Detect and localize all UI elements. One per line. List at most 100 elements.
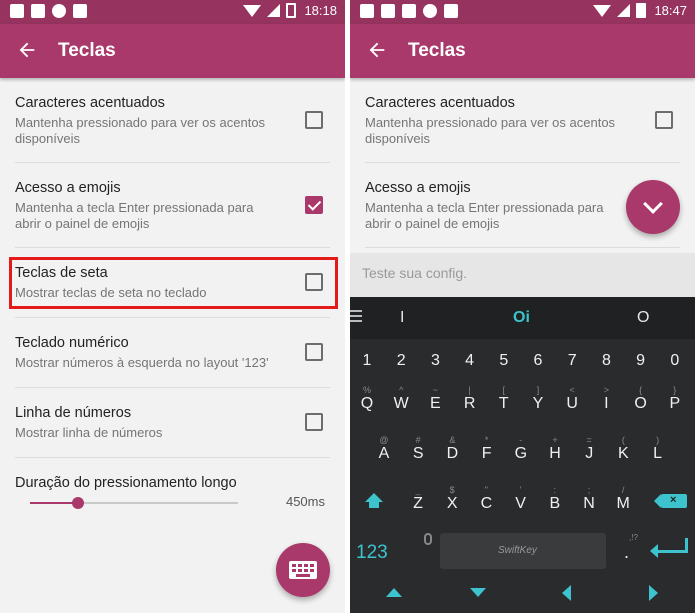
delete-key-icon[interactable]: ×: [654, 494, 687, 508]
key-a[interactable]: @ A: [369, 435, 399, 463]
key-z[interactable]: _ Z: [403, 485, 433, 513]
instagram-notification-icon: [402, 4, 416, 18]
setting-title: Acesso a emojis: [15, 180, 121, 196]
setting-numeric-keypad[interactable]: Teclado numérico Mostrar números à esque…: [15, 318, 330, 388]
key-alt-char: #: [415, 435, 421, 445]
key-s[interactable]: # S: [403, 435, 433, 463]
test-config-field[interactable]: [350, 253, 695, 297]
checkbox-accented-chars[interactable]: [305, 111, 323, 129]
back-arrow-icon[interactable]: [16, 39, 38, 61]
key-6[interactable]: 6: [523, 352, 553, 370]
key-label: W: [393, 395, 409, 412]
checkbox-emoji-access[interactable]: [305, 196, 323, 214]
prediction-right[interactable]: O: [637, 309, 649, 327]
key-l[interactable]: ) L: [643, 435, 673, 463]
key-2[interactable]: 2: [386, 352, 416, 370]
period-key[interactable]: .: [624, 542, 629, 563]
test-config-input[interactable]: [362, 265, 682, 281]
arrow-left-icon[interactable]: [562, 585, 571, 601]
prediction-center[interactable]: Oi: [513, 309, 530, 327]
key-alt-char: @: [379, 435, 389, 445]
arrow-right-icon[interactable]: [649, 585, 658, 601]
collapse-fab[interactable]: [626, 180, 680, 234]
key-3[interactable]: 3: [420, 352, 450, 370]
key-m[interactable]: / M: [608, 485, 638, 513]
key-f[interactable]: * F: [472, 435, 502, 463]
key-alt-char: +: [552, 435, 558, 445]
key-c[interactable]: " C: [471, 485, 501, 513]
key-r[interactable]: | R: [455, 385, 485, 413]
back-arrow-icon[interactable]: [366, 39, 388, 61]
key-p[interactable]: } P: [660, 385, 690, 413]
key-alt-char: ~: [432, 385, 439, 395]
key-label: F: [481, 445, 492, 462]
key-label: E: [430, 395, 441, 412]
slider-track[interactable]: [30, 497, 238, 509]
key-label: T: [498, 395, 509, 412]
key-y[interactable]: ] Y: [523, 385, 553, 413]
key-alt-char: }: [673, 385, 677, 395]
key-4[interactable]: 4: [455, 352, 485, 370]
key-o[interactable]: {O: [626, 385, 656, 413]
key-v[interactable]: ' V: [506, 485, 536, 513]
setting-title: Duração do pressionamento longo: [15, 475, 237, 491]
slider-thumb[interactable]: [71, 497, 84, 509]
checkbox-number-row[interactable]: [305, 413, 323, 431]
key-label: U: [566, 395, 578, 412]
setting-accented-chars[interactable]: Caracteres acentuados Mantenha pressiona…: [15, 78, 330, 163]
key-alt-char: ): [656, 435, 660, 445]
key-label: D: [446, 445, 459, 462]
arrow-down-icon[interactable]: [470, 588, 486, 597]
key-h[interactable]: + H: [540, 435, 570, 463]
app-bar: Teclas: [350, 24, 695, 78]
key-5[interactable]: 5: [489, 352, 519, 370]
key-0[interactable]: 0: [660, 352, 690, 370]
checkbox-numeric-keypad[interactable]: [305, 343, 323, 361]
menu-icon[interactable]: [350, 310, 362, 325]
key-q[interactable]: % Q: [352, 385, 382, 413]
setting-title: Linha de números: [15, 405, 132, 421]
mode-switch-key[interactable]: 123: [356, 542, 388, 564]
signal-icon: [617, 4, 631, 17]
slider-value: 450ms: [285, 494, 325, 509]
signal-icon: [267, 4, 281, 17]
key-g[interactable]: -G: [506, 435, 536, 463]
setting-emoji-access[interactable]: Acesso a emojis Mantenha a tecla Enter p…: [15, 163, 330, 248]
key-9[interactable]: 9: [626, 352, 656, 370]
shift-key-icon[interactable]: [362, 493, 386, 515]
setting-title: Caracteres acentuados: [15, 95, 165, 111]
key-n[interactable]: ; N: [574, 485, 604, 513]
key-j[interactable]: = J: [574, 435, 604, 463]
arrow-up-icon[interactable]: [386, 588, 402, 597]
keyboard-fab[interactable]: [276, 543, 330, 597]
checkbox-accented-chars[interactable]: [655, 111, 673, 129]
key-alt-char: /: [621, 485, 625, 495]
key-i[interactable]: > I: [591, 385, 621, 413]
key-x[interactable]: $ X: [437, 485, 467, 513]
wifi-icon: [593, 5, 612, 17]
key-label: A: [378, 445, 390, 462]
setting-accented-chars[interactable]: Caracteres acentuados Mantenha pressiona…: [365, 78, 680, 163]
space-bar[interactable]: SwiftKey: [440, 533, 606, 569]
key-u[interactable]: < U: [557, 385, 587, 413]
setting-number-row[interactable]: Linha de números Mostrar linha de número…: [15, 388, 330, 458]
wifi-icon: [243, 5, 262, 17]
key-t[interactable]: [T: [489, 385, 519, 413]
setting-subtitle: Mantenha pressionado para ver os acentos…: [15, 115, 266, 146]
key-w[interactable]: ^ W: [386, 385, 416, 413]
key-alt-char: ]: [536, 385, 540, 395]
key-e[interactable]: ~ E: [420, 385, 450, 413]
key-label: O: [634, 395, 647, 412]
key-8[interactable]: 8: [591, 352, 621, 370]
mic-icon[interactable]: [424, 533, 432, 545]
key-label: J: [585, 445, 594, 462]
key-7[interactable]: 7: [557, 352, 587, 370]
enter-key-icon[interactable]: [650, 538, 688, 558]
key-b[interactable]: :B: [540, 485, 570, 513]
key-1[interactable]: 1: [352, 352, 382, 370]
key-d[interactable]: & D: [437, 435, 467, 463]
setting-long-press-duration: Duração do pressionamento longo 450ms: [15, 458, 330, 528]
prediction-left[interactable]: I: [400, 309, 404, 327]
key-k[interactable]: (K: [608, 435, 638, 463]
key-label: Q: [360, 395, 374, 412]
